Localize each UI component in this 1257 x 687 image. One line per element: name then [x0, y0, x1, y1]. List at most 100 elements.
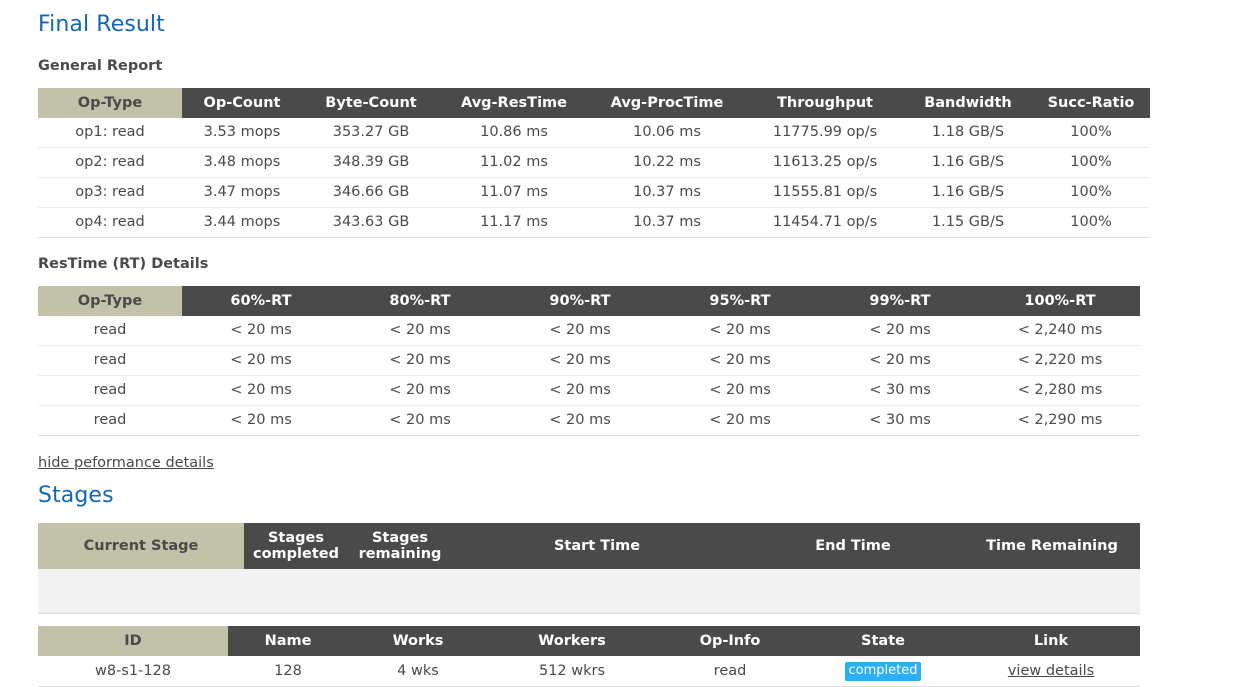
hide-performance-details-row: hide peformance details [38, 436, 1257, 471]
cell-succ-ratio: 100% [1032, 207, 1150, 238]
column-header-bandwidth: Bandwidth [904, 88, 1032, 118]
column-header-id: ID [38, 626, 228, 656]
cell-100pct-rt: < 2,220 ms [980, 345, 1140, 376]
cell-throughput: 11555.81 op/s [746, 177, 904, 208]
cell-avg-restime: 11.02 ms [440, 147, 588, 178]
table-row: read < 20 ms < 20 ms < 20 ms < 20 ms < 3… [38, 375, 1140, 406]
cell-throughput: 11775.99 op/s [746, 118, 904, 148]
cell-byte-count: 346.66 GB [302, 177, 440, 208]
cell-workers: 512 wkrs [488, 656, 656, 687]
restime-details-table: Op-Type 60%-RT 80%-RT 90%-RT 95%-RT 99%-… [38, 286, 1140, 436]
cell-90pct-rt: < 20 ms [500, 405, 660, 436]
column-header-80pct-rt: 80%-RT [340, 286, 500, 316]
table-header-row: Op-Type Op-Count Byte-Count Avg-ResTime … [38, 88, 1150, 118]
cell-op-count: 3.48 mops [182, 147, 302, 178]
cell-throughput: 11454.71 op/s [746, 207, 904, 238]
cell-100pct-rt: < 2,290 ms [980, 405, 1140, 436]
column-header-90pct-rt: 90%-RT [500, 286, 660, 316]
hide-performance-details-link[interactable]: hide peformance details [38, 455, 214, 471]
cell-state: completed [804, 656, 962, 687]
column-header-succ-ratio: Succ-Ratio [1032, 88, 1150, 118]
cell-op-info: read [656, 656, 804, 687]
table-header-row: ID Name Works Workers Op-Info State Link [38, 626, 1140, 656]
table-row: op3: read 3.47 mops 346.66 GB 11.07 ms 1… [38, 177, 1150, 208]
column-header-start-time: Start Time [452, 523, 742, 569]
cell-95pct-rt: < 20 ms [660, 345, 820, 376]
cell-80pct-rt: < 20 ms [340, 405, 500, 436]
cell-60pct-rt: < 20 ms [182, 316, 340, 346]
table-row: op2: read 3.48 mops 348.39 GB 11.02 ms 1… [38, 147, 1150, 178]
column-header-95pct-rt: 95%-RT [660, 286, 820, 316]
cell-op-type: read [38, 375, 182, 406]
cell-bandwidth: 1.16 GB/S [904, 147, 1032, 178]
cell-60pct-rt: < 20 ms [182, 405, 340, 436]
general-report-heading: General Report [38, 58, 163, 74]
status-badge: completed [844, 662, 922, 681]
cell-id: w8-s1-128 [38, 656, 228, 687]
cell-avg-proctime: 10.37 ms [588, 177, 746, 208]
cell-90pct-rt: < 20 ms [500, 375, 660, 406]
column-header-stages-remaining: Stages remaining [348, 523, 452, 569]
general-report-table: Op-Type Op-Count Byte-Count Avg-ResTime … [38, 88, 1150, 238]
column-header-throughput: Throughput [746, 88, 904, 118]
column-header-works: Works [348, 626, 488, 656]
table-row: read < 20 ms < 20 ms < 20 ms < 20 ms < 2… [38, 316, 1140, 346]
cell-op-type: read [38, 345, 182, 376]
cell-byte-count: 353.27 GB [302, 118, 440, 148]
page-title: Final Result [38, 12, 165, 37]
column-header-avg-proctime: Avg-ProcTime [588, 88, 746, 118]
table-row: op1: read 3.53 mops 353.27 GB 10.86 ms 1… [38, 118, 1150, 148]
view-details-link[interactable]: view details [1008, 663, 1094, 679]
restime-details-heading: ResTime (RT) Details [38, 256, 209, 272]
cell-current-stage [38, 569, 244, 614]
cell-95pct-rt: < 20 ms [660, 405, 820, 436]
column-header-op-info: Op-Info [656, 626, 804, 656]
cell-op-type: op2: read [38, 147, 182, 178]
table-row: read < 20 ms < 20 ms < 20 ms < 20 ms < 2… [38, 345, 1140, 376]
cell-99pct-rt: < 20 ms [820, 316, 980, 346]
column-header-workers: Workers [488, 626, 656, 656]
cell-90pct-rt: < 20 ms [500, 345, 660, 376]
table-row: op4: read 3.44 mops 343.63 GB 11.17 ms 1… [38, 207, 1150, 238]
cell-100pct-rt: < 2,280 ms [980, 375, 1140, 406]
cell-avg-restime: 10.86 ms [440, 118, 588, 148]
column-header-op-type: Op-Type [38, 286, 182, 316]
cell-80pct-rt: < 20 ms [340, 345, 500, 376]
column-header-op-type: Op-Type [38, 88, 182, 118]
cell-time-remaining [964, 569, 1140, 614]
cell-avg-proctime: 10.22 ms [588, 147, 746, 178]
cell-99pct-rt: < 30 ms [820, 405, 980, 436]
cell-99pct-rt: < 20 ms [820, 345, 980, 376]
cell-bandwidth: 1.15 GB/S [904, 207, 1032, 238]
column-header-time-remaining: Time Remaining [964, 523, 1140, 569]
table-row: w8-s1-128 128 4 wks 512 wkrs read comple… [38, 656, 1140, 687]
column-header-99pct-rt: 99%-RT [820, 286, 980, 316]
cell-op-type: op1: read [38, 118, 182, 148]
cell-60pct-rt: < 20 ms [182, 345, 340, 376]
cell-avg-restime: 11.17 ms [440, 207, 588, 238]
cell-99pct-rt: < 30 ms [820, 375, 980, 406]
table-header-row: Op-Type 60%-RT 80%-RT 90%-RT 95%-RT 99%-… [38, 286, 1140, 316]
cell-op-type: op3: read [38, 177, 182, 208]
cell-succ-ratio: 100% [1032, 118, 1150, 148]
cell-byte-count: 348.39 GB [302, 147, 440, 178]
cell-95pct-rt: < 20 ms [660, 316, 820, 346]
column-header-state: State [804, 626, 962, 656]
cell-succ-ratio: 100% [1032, 177, 1150, 208]
cell-avg-restime: 11.07 ms [440, 177, 588, 208]
column-header-end-time: End Time [742, 523, 964, 569]
cell-90pct-rt: < 20 ms [500, 316, 660, 346]
cell-start-time [452, 569, 742, 614]
column-header-name: Name [228, 626, 348, 656]
cell-op-count: 3.47 mops [182, 177, 302, 208]
stages-summary-table: Current Stage Stages completed Stages re… [38, 523, 1140, 614]
cell-bandwidth: 1.18 GB/S [904, 118, 1032, 148]
cell-op-count: 3.44 mops [182, 207, 302, 238]
cell-avg-proctime: 10.37 ms [588, 207, 746, 238]
cell-op-type: read [38, 316, 182, 346]
cell-80pct-rt: < 20 ms [340, 316, 500, 346]
column-header-link: Link [962, 626, 1140, 656]
column-header-op-count: Op-Count [182, 88, 302, 118]
cell-60pct-rt: < 20 ms [182, 375, 340, 406]
column-header-60pct-rt: 60%-RT [182, 286, 340, 316]
